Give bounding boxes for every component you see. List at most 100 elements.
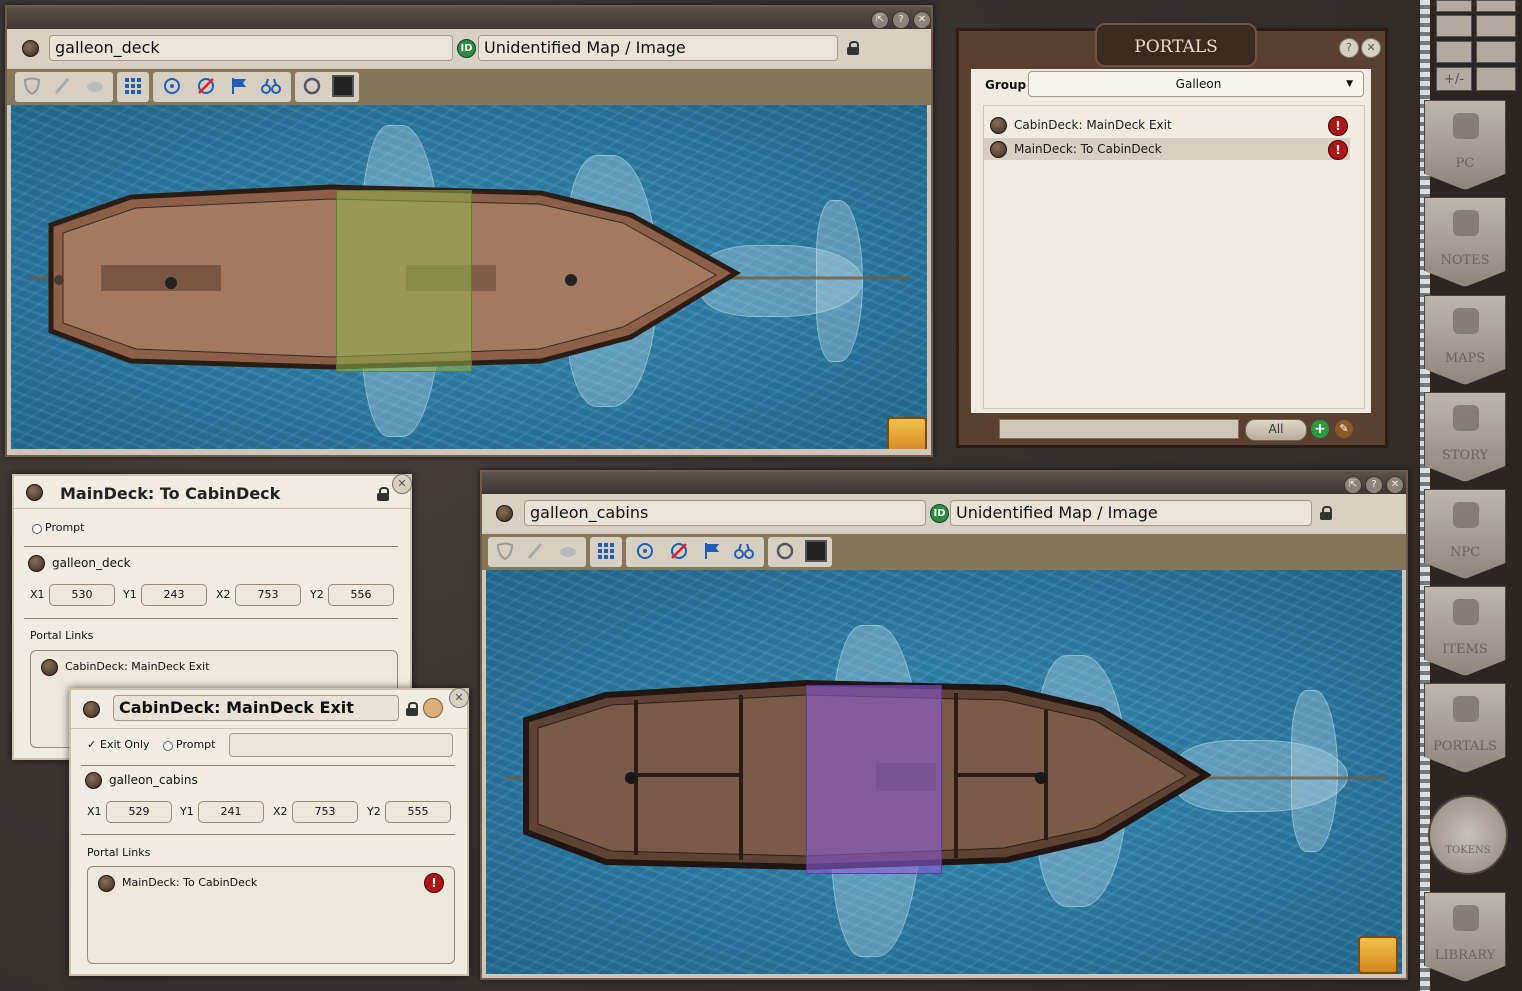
add-icon[interactable]: +: [1311, 420, 1329, 438]
mask-icon[interactable]: [491, 537, 519, 565]
help-icon[interactable]: ?: [1339, 38, 1359, 58]
warning-icon[interactable]: !: [1328, 140, 1348, 160]
mask-icon[interactable]: [18, 72, 46, 100]
lock-icon[interactable]: [406, 702, 418, 716]
map-canvas-cabins[interactable]: [486, 570, 1402, 974]
map-type-field[interactable]: Unidentified Map / Image: [478, 35, 838, 61]
token-icon[interactable]: [423, 698, 443, 718]
link-knob-icon[interactable]: [990, 117, 1007, 134]
eraser-icon[interactable]: [81, 72, 109, 100]
quick-button[interactable]: [1436, 15, 1472, 37]
grid-icon[interactable]: [592, 537, 620, 565]
id-badge-icon[interactable]: ID: [457, 39, 476, 58]
quick-button[interactable]: [1476, 0, 1516, 12]
link-knob-icon[interactable]: [41, 659, 58, 676]
x1-field[interactable]: 530: [49, 584, 115, 606]
map-share-button[interactable]: [887, 417, 927, 449]
no-target-icon[interactable]: [192, 72, 220, 100]
record-title-field[interactable]: CabinDeck: MainDeck Exit: [113, 695, 399, 721]
link-knob-icon[interactable]: [496, 505, 513, 522]
rotate-icon[interactable]: [771, 537, 799, 565]
link-knob-icon[interactable]: [83, 701, 100, 718]
y2-field[interactable]: 556: [328, 584, 394, 606]
link-knob-icon[interactable]: [28, 555, 45, 572]
map-name-field[interactable]: galleon_cabins: [524, 500, 926, 526]
sidebar-item-pc[interactable]: PC: [1424, 100, 1506, 190]
map-share-button[interactable]: [1358, 936, 1398, 974]
darkness-icon[interactable]: [329, 72, 357, 100]
sidebar-item-notes[interactable]: NOTES: [1424, 197, 1506, 287]
portal-link-item[interactable]: CabinDeck: MainDeck Exit: [65, 660, 210, 673]
prompt-input[interactable]: [229, 733, 453, 757]
modifier-button[interactable]: +/-: [1436, 67, 1472, 91]
portal-zone-cabins[interactable]: [806, 685, 942, 874]
flag-icon[interactable]: [698, 537, 726, 565]
exit-only-checkbox[interactable]: ✓: [87, 738, 96, 751]
lock-icon[interactable]: [377, 487, 389, 501]
rotate-icon[interactable]: [298, 72, 326, 100]
grid-icon[interactable]: [119, 72, 147, 100]
prompt-radio[interactable]: [163, 741, 173, 751]
portal-zone-deck[interactable]: [336, 190, 472, 372]
link-knob-icon[interactable]: [22, 40, 39, 57]
portal-link-item[interactable]: MainDeck: To CabinDeck: [122, 876, 257, 889]
close-icon[interactable]: ✕: [1361, 38, 1381, 58]
group-select[interactable]: Galleon ▼: [1028, 71, 1364, 97]
sidebar-item-maps[interactable]: MAPS: [1424, 295, 1506, 385]
gear-icon[interactable]: [1476, 41, 1516, 63]
x2-field[interactable]: 753: [235, 584, 301, 606]
warning-icon[interactable]: !: [424, 873, 444, 893]
quick-button[interactable]: [1436, 0, 1472, 12]
window-titlebar[interactable]: ⇱ ? ✕: [482, 472, 1406, 494]
close-icon[interactable]: ✕: [913, 11, 931, 29]
help-icon[interactable]: ?: [892, 11, 910, 29]
help-icon[interactable]: ?: [1365, 476, 1383, 494]
map-link-label[interactable]: galleon_cabins: [109, 773, 198, 787]
y2-field[interactable]: 555: [385, 801, 451, 823]
flag-icon[interactable]: [225, 72, 253, 100]
portal-list-item[interactable]: MainDeck: To CabinDeck !: [984, 138, 1350, 160]
eraser-icon[interactable]: [554, 537, 582, 565]
link-knob-icon[interactable]: [26, 484, 43, 501]
x1-field[interactable]: 529: [106, 801, 172, 823]
sidebar-item-story[interactable]: STORY: [1424, 392, 1506, 482]
lock-icon[interactable]: [1320, 506, 1332, 520]
close-icon[interactable]: ✕: [1386, 476, 1404, 494]
id-badge-icon[interactable]: ID: [930, 504, 949, 523]
search-input[interactable]: [999, 419, 1239, 439]
map-link-label[interactable]: galleon_deck: [52, 556, 131, 570]
sidebar-item-library[interactable]: LIBRARY: [1424, 892, 1506, 982]
target-icon[interactable]: [631, 537, 659, 565]
quick-button[interactable]: [1476, 15, 1516, 37]
prompt-radio[interactable]: [32, 524, 42, 534]
resize-icon[interactable]: ⇱: [871, 11, 889, 29]
close-icon[interactable]: ✕: [449, 688, 469, 708]
filter-all-button[interactable]: All: [1245, 419, 1307, 441]
sidebar-item-portals[interactable]: PORTALS: [1424, 683, 1506, 773]
close-icon[interactable]: ✕: [392, 474, 412, 494]
x2-field[interactable]: 753: [292, 801, 358, 823]
resize-icon[interactable]: ⇱: [1344, 476, 1362, 494]
edit-icon[interactable]: ✎: [1335, 420, 1353, 438]
binoculars-icon[interactable]: [257, 72, 285, 100]
map-name-field[interactable]: galleon_deck: [49, 35, 453, 61]
target-icon[interactable]: [158, 72, 186, 100]
pencil-icon[interactable]: [49, 72, 77, 100]
link-knob-icon[interactable]: [85, 772, 102, 789]
sidebar-item-npc[interactable]: NPC: [1424, 489, 1506, 579]
map-type-field[interactable]: Unidentified Map / Image: [950, 500, 1312, 526]
sidebar-item-tokens[interactable]: TOKENS: [1428, 795, 1508, 875]
map-canvas-deck[interactable]: [11, 105, 927, 449]
portal-list-item[interactable]: CabinDeck: MainDeck Exit !: [984, 114, 1364, 136]
figure-icon[interactable]: [1476, 67, 1516, 91]
y1-field[interactable]: 243: [141, 584, 207, 606]
y1-field[interactable]: 241: [198, 801, 264, 823]
pencil-icon[interactable]: [522, 537, 550, 565]
lock-icon[interactable]: [847, 41, 859, 55]
link-knob-icon[interactable]: [98, 875, 115, 892]
darkness-icon[interactable]: [802, 537, 830, 565]
day-night-icon[interactable]: [1436, 41, 1472, 63]
no-target-icon[interactable]: [665, 537, 693, 565]
warning-icon[interactable]: !: [1328, 116, 1348, 136]
sidebar-item-items[interactable]: ITEMS: [1424, 586, 1506, 676]
